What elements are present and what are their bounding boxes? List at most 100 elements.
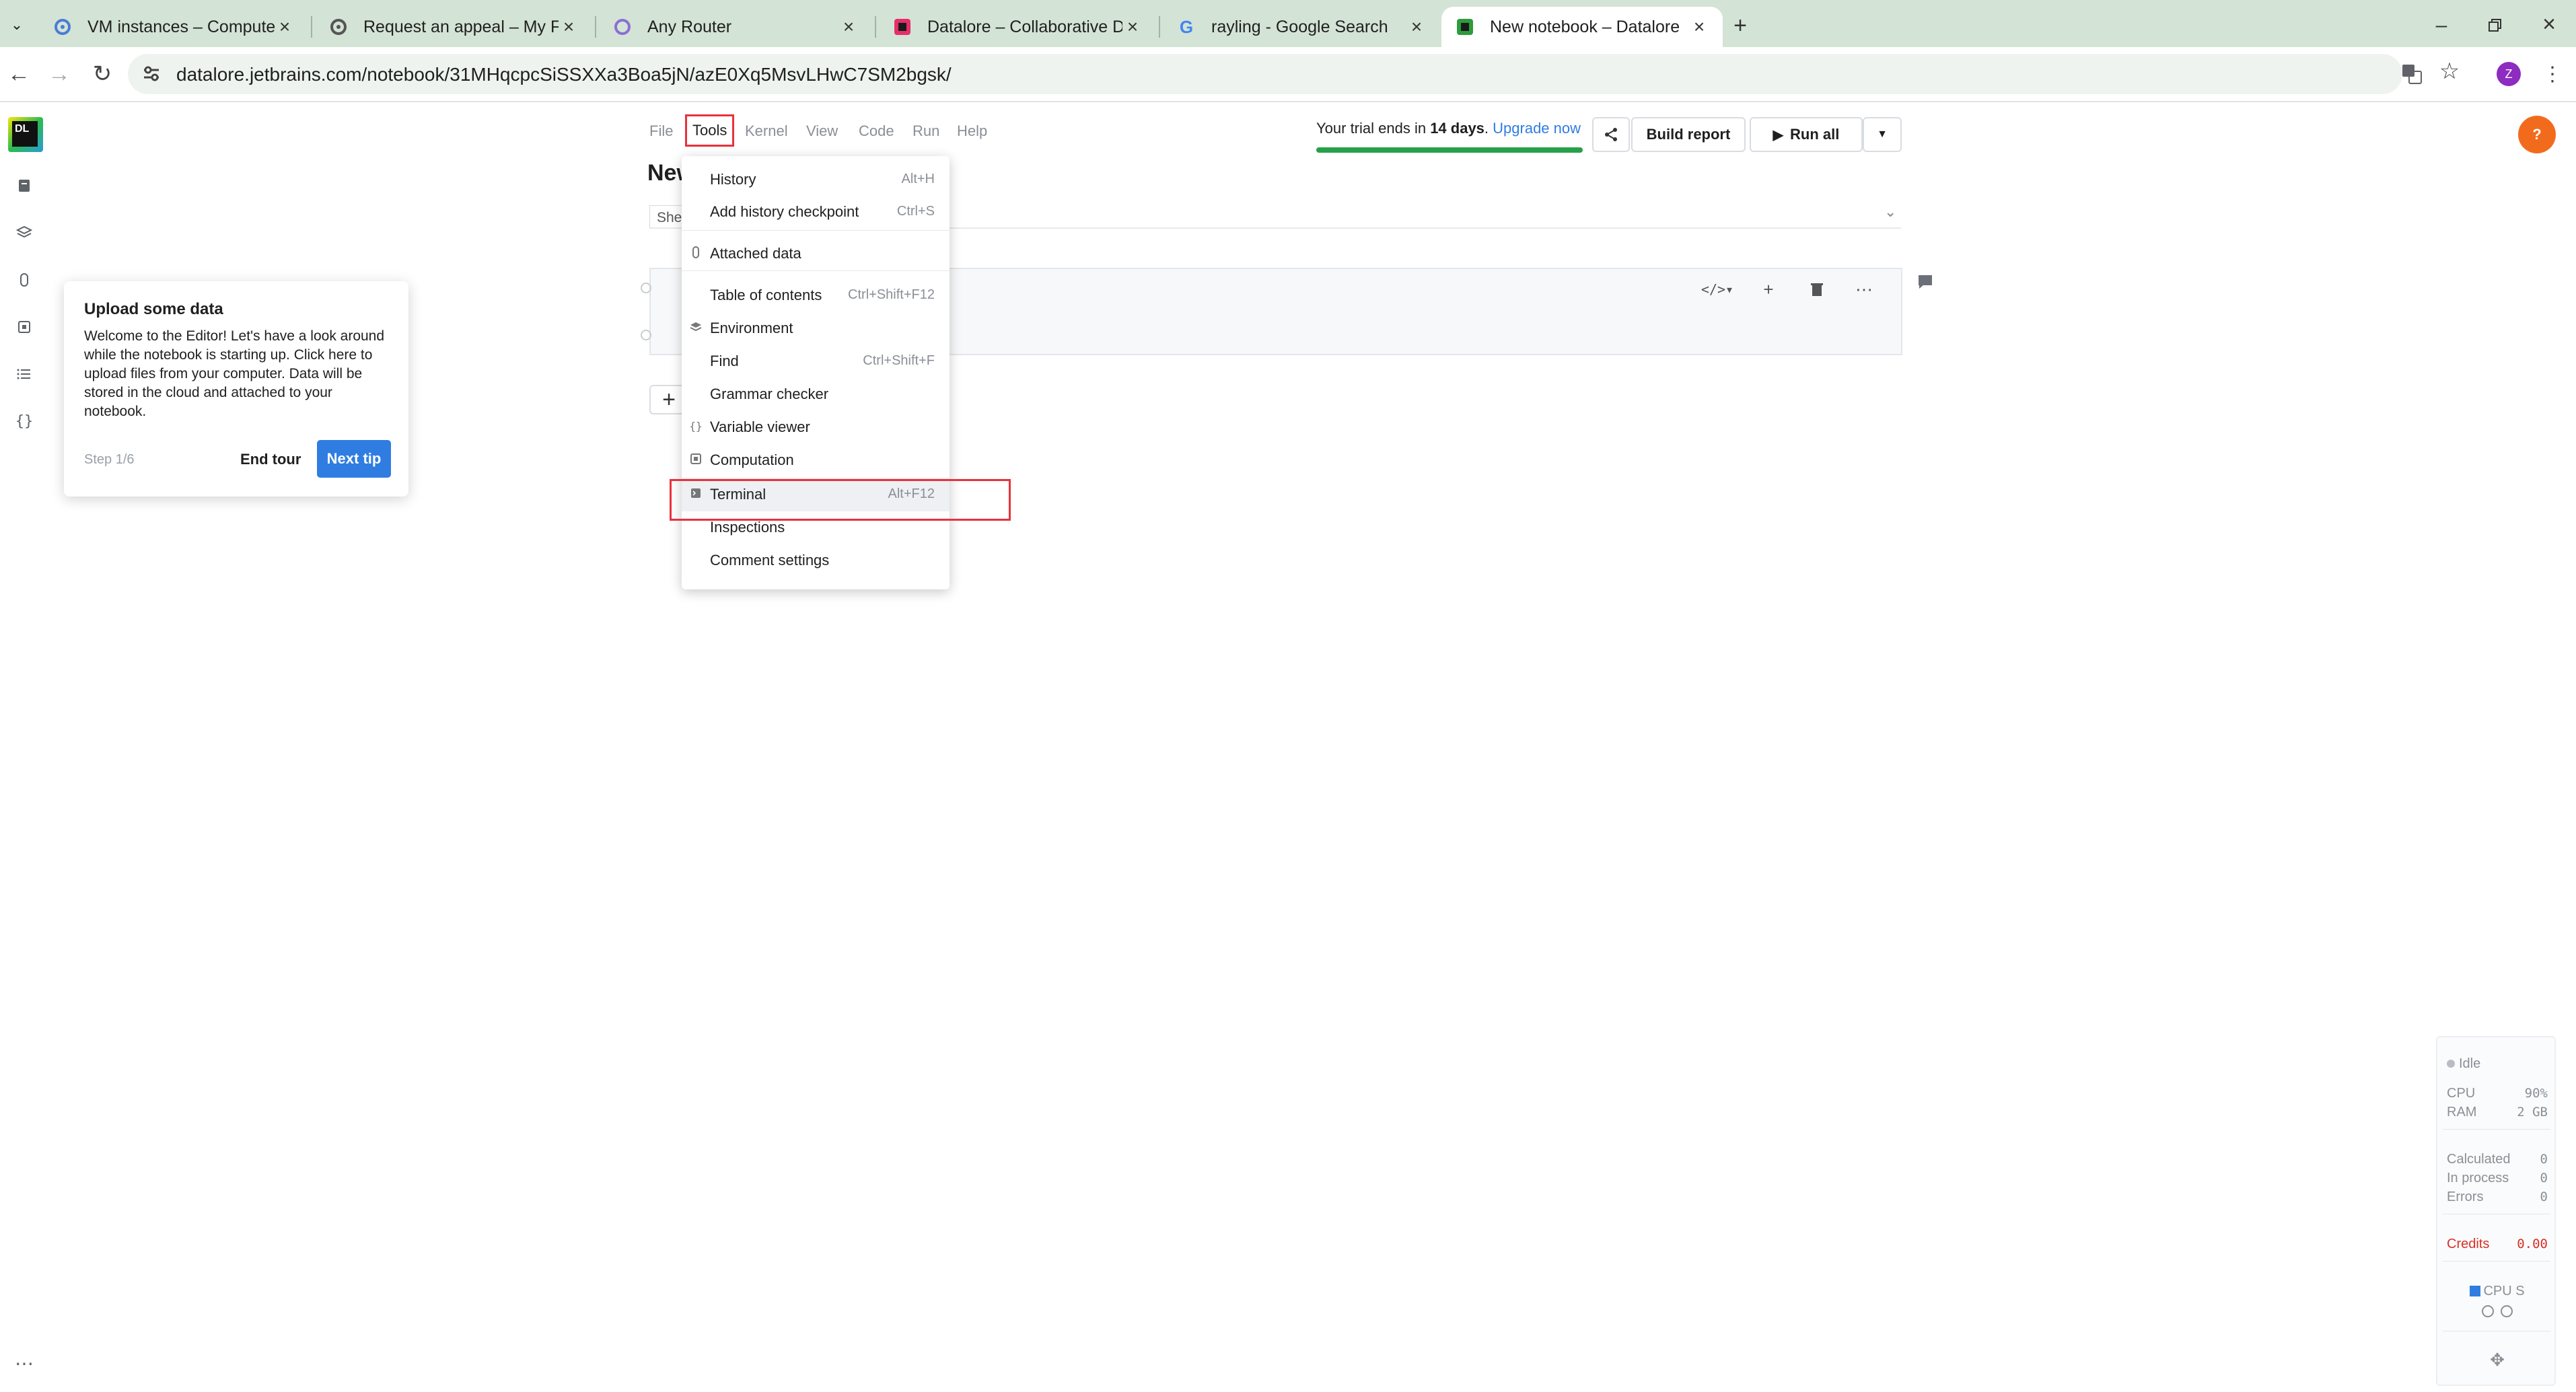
- browser-tab-datalore-collab[interactable]: Datalore – Collaborative Data ×: [879, 7, 1156, 47]
- browser-tab-new-notebook[interactable]: New notebook – Datalore ×: [1441, 7, 1723, 47]
- close-icon[interactable]: ×: [1406, 16, 1427, 37]
- braces-icon[interactable]: {}: [15, 412, 34, 431]
- ram-label: RAM: [2447, 1105, 2477, 1120]
- cell-type-icon[interactable]: </>▾: [1697, 276, 1738, 303]
- layers-icon[interactable]: [15, 223, 34, 242]
- stop-icon[interactable]: [2482, 1305, 2494, 1317]
- in-process-label: In process: [2447, 1171, 2509, 1185]
- menu-item-label: History: [710, 171, 756, 188]
- machine-type[interactable]: CPU S: [2447, 1284, 2548, 1299]
- menu-item-table-of-contents[interactable]: Table of contents Ctrl+Shift+F12: [682, 279, 950, 311]
- tab-divider: [1159, 16, 1160, 38]
- help-button[interactable]: ?: [2518, 116, 2556, 153]
- python-icon[interactable]: ✥: [2447, 1350, 2548, 1370]
- browser-tab-request-appeal[interactable]: Request an appeal – My First ×: [315, 7, 592, 47]
- chip-icon: [688, 451, 703, 466]
- terminal-highlight-box: [670, 479, 1011, 521]
- menu-item-label: Inspections: [710, 519, 785, 536]
- run-options-dropdown[interactable]: ▼: [1863, 117, 1902, 152]
- menu-item-label: Computation: [710, 451, 794, 468]
- new-tab-button[interactable]: +: [1727, 12, 1754, 39]
- errors-label: Errors: [2447, 1189, 2484, 1204]
- more-horizontal-icon[interactable]: ⋯: [1851, 276, 1877, 303]
- restore-window-icon[interactable]: [2482, 12, 2509, 39]
- menu-item-attached-data[interactable]: Attached data: [682, 237, 950, 269]
- notebook-icon[interactable]: [15, 176, 34, 195]
- share-button[interactable]: [1592, 117, 1630, 152]
- status-dot-icon: [2447, 1060, 2455, 1068]
- menu-code[interactable]: Code: [859, 122, 894, 140]
- bookmark-star-icon[interactable]: ☆: [2436, 58, 2463, 85]
- run-all-button[interactable]: ▶ Run all: [1750, 117, 1863, 152]
- browser-menu-icon[interactable]: ⋮: [2542, 59, 2563, 89]
- tab-title: Request an appeal – My First: [363, 17, 559, 36]
- chevron-down-icon[interactable]: ⌄: [1884, 203, 1896, 221]
- ram-value: 2 GB: [2517, 1105, 2548, 1120]
- menu-help[interactable]: Help: [957, 122, 987, 140]
- menu-item-environment[interactable]: Environment: [682, 312, 950, 344]
- menu-kernel[interactable]: Kernel: [745, 122, 788, 140]
- menu-item-shortcut: Ctrl+Shift+F: [863, 353, 935, 368]
- menu-view[interactable]: View: [806, 122, 838, 140]
- settings-icon[interactable]: [2501, 1305, 2513, 1317]
- tab-divider: [311, 16, 312, 38]
- close-icon[interactable]: ×: [1122, 16, 1143, 37]
- close-icon[interactable]: ×: [559, 16, 579, 37]
- paperclip-icon[interactable]: [15, 270, 34, 289]
- left-sidebar: DL {} ⋯: [0, 102, 48, 1392]
- datalore-icon: [1455, 17, 1475, 37]
- errors-value: 0: [2540, 1189, 2548, 1204]
- menu-run[interactable]: Run: [913, 122, 939, 140]
- translate-icon[interactable]: [2398, 61, 2425, 87]
- datalore-logo[interactable]: DL: [8, 117, 43, 152]
- trial-progress-fill: [1316, 147, 1583, 153]
- chip-icon[interactable]: [15, 318, 34, 336]
- cell-handle-icon[interactable]: [641, 330, 651, 340]
- site-settings-icon[interactable]: [141, 63, 162, 83]
- tab-list-chevron-icon[interactable]: ⌄: [5, 13, 28, 36]
- comment-icon[interactable]: [1917, 273, 1934, 291]
- profile-avatar[interactable]: Z: [2497, 62, 2521, 86]
- build-report-button[interactable]: Build report: [1631, 117, 1746, 152]
- upgrade-now-link[interactable]: Upgrade now: [1493, 120, 1581, 137]
- menu-item-comment-settings[interactable]: Comment settings: [682, 544, 950, 576]
- close-icon[interactable]: ×: [1689, 16, 1709, 37]
- menu-item-label: Grammar checker: [710, 386, 829, 402]
- caret-down-icon: ▼: [1877, 129, 1888, 140]
- google-icon: G: [1179, 16, 1194, 37]
- more-horizontal-icon[interactable]: ⋯: [15, 1353, 34, 1374]
- cell-handle-icon[interactable]: [641, 283, 651, 293]
- minimize-window-icon[interactable]: –: [2428, 12, 2455, 39]
- menu-item-history[interactable]: History Alt+H: [682, 163, 950, 195]
- browser-tab-vm-instances[interactable]: VM instances – Compute Eng ×: [39, 7, 308, 47]
- credits: Credits 0.00: [2447, 1237, 2548, 1252]
- menu-item-computation[interactable]: Computation: [682, 443, 950, 476]
- menu-item-add-history-checkpoint[interactable]: Add history checkpoint Ctrl+S: [682, 195, 950, 227]
- menu-tools[interactable]: Tools: [685, 114, 735, 147]
- close-icon[interactable]: ×: [838, 16, 859, 37]
- back-arrow-icon[interactable]: ←: [4, 59, 34, 89]
- end-tour-button[interactable]: End tour: [240, 451, 301, 468]
- forward-arrow-icon[interactable]: →: [44, 59, 74, 89]
- url-text: datalore.jetbrains.com/notebook/31MHqcpc…: [176, 64, 952, 85]
- menu-item-grammar-checker[interactable]: Grammar checker: [682, 377, 950, 410]
- table-of-contents-icon[interactable]: [15, 365, 34, 383]
- browser-tab-any-router[interactable]: Any Router ×: [599, 7, 872, 47]
- close-window-icon[interactable]: ×: [2536, 11, 2563, 38]
- tab-divider: [875, 16, 876, 38]
- reload-icon[interactable]: ↻: [87, 59, 117, 89]
- tab-title: New notebook – Datalore: [1490, 17, 1680, 36]
- gear-icon: [52, 17, 73, 37]
- menu-item-variable-viewer[interactable]: {} Variable viewer: [682, 410, 950, 443]
- kernel-state: Idle: [2447, 1056, 2548, 1072]
- url-field[interactable]: datalore.jetbrains.com/notebook/31MHqcpc…: [128, 54, 2402, 94]
- menu-item-shortcut: Ctrl+S: [896, 204, 935, 219]
- add-icon[interactable]: +: [1755, 276, 1782, 303]
- browser-tab-google-search[interactable]: G rayling - Google Search ×: [1163, 7, 1440, 47]
- menu-file[interactable]: File: [649, 122, 673, 140]
- trash-icon[interactable]: [1803, 276, 1830, 303]
- close-icon[interactable]: ×: [275, 16, 295, 37]
- menu-item-label: Find: [710, 353, 739, 369]
- menu-item-find[interactable]: Find Ctrl+Shift+F: [682, 344, 950, 377]
- next-tip-button[interactable]: Next tip: [317, 440, 391, 478]
